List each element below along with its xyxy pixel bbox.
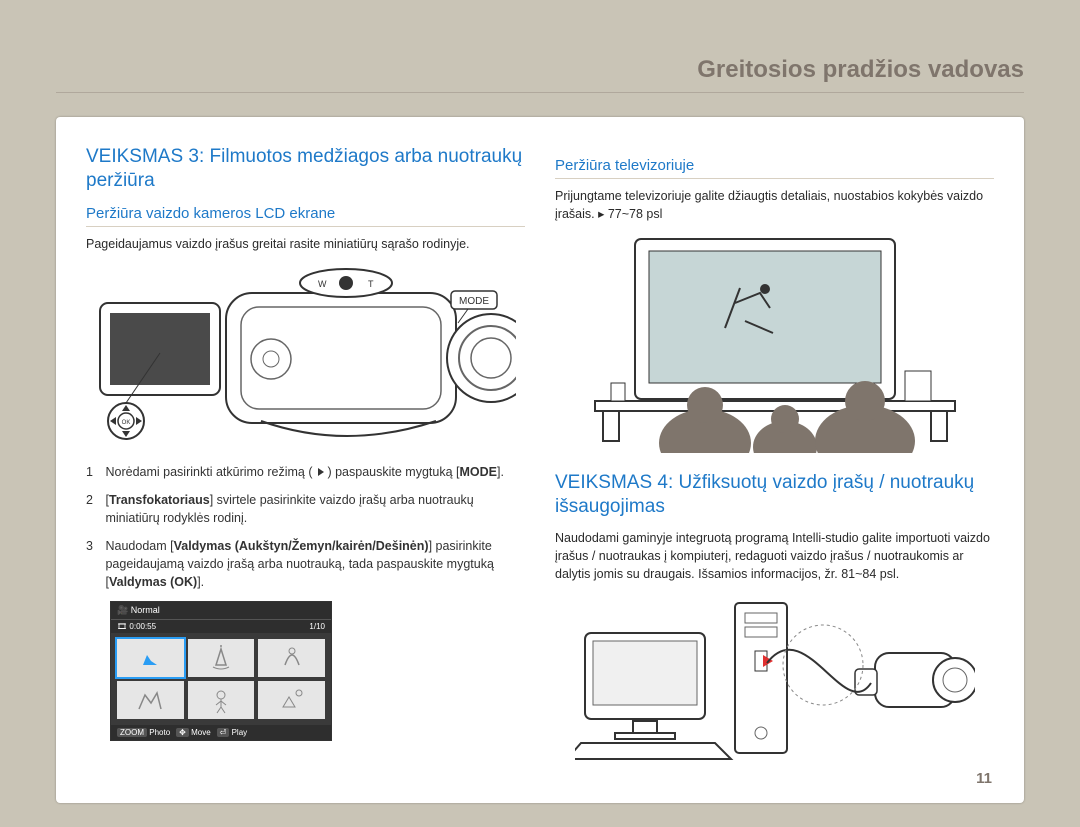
step-number-3: 3 bbox=[86, 537, 102, 555]
step4-heading: VEIKSMAS 4: Užfiksuotų vaizdo įrašų / nu… bbox=[555, 471, 994, 519]
thumb-time: 0:00:55 bbox=[129, 622, 156, 631]
thumb-3 bbox=[258, 639, 325, 677]
thumb-5 bbox=[188, 681, 255, 719]
play-chip: ⏎ bbox=[217, 728, 230, 737]
tv-svg bbox=[575, 233, 975, 453]
zoom-chip: ZOOM bbox=[117, 728, 147, 737]
camcorder-figure: OK W T bbox=[86, 263, 525, 453]
page-number: 11 bbox=[976, 770, 992, 787]
camcorder-svg: OK W T bbox=[96, 263, 516, 453]
thumb-4 bbox=[117, 681, 184, 719]
thumb-2 bbox=[188, 639, 255, 677]
play-label: Play bbox=[232, 728, 248, 737]
mode-button-label: MODE bbox=[459, 296, 489, 307]
thumb-count: 1/10 bbox=[309, 622, 325, 631]
text-bold: Valdymas (Aukštyn/Žemyn/kairėn/Dešinėn) bbox=[174, 539, 429, 553]
text-bold: Transfokatoriaus bbox=[109, 493, 210, 507]
instruction-3: 3 Naudodam [Valdymas (Aukštyn/Žemyn/kair… bbox=[86, 537, 525, 591]
pc-svg bbox=[575, 593, 975, 763]
thumb-6 bbox=[258, 681, 325, 719]
move-chip: ✥ bbox=[176, 728, 189, 737]
content-sheet: VEIKSMAS 3: Filmuotos medžiagos arba nuo… bbox=[56, 117, 1024, 803]
step3-heading: VEIKSMAS 3: Filmuotos medžiagos arba nuo… bbox=[86, 145, 525, 193]
text-bold: Valdymas (OK) bbox=[109, 575, 197, 589]
play-mode-icon bbox=[318, 468, 324, 476]
thumb-mode: Normal bbox=[131, 605, 160, 615]
text: ]. bbox=[197, 575, 204, 589]
zoom-w-label: W bbox=[318, 279, 327, 289]
film-icon: 🎞 0:00:55 bbox=[117, 622, 156, 631]
text: ]. bbox=[497, 465, 504, 479]
thumbnail-panel: 🎥 Normal 🎞 0:00:55 1/10 bbox=[110, 601, 332, 741]
page-title: Greitosios pradžios vadovas bbox=[56, 56, 1024, 93]
text: Naudodam [ bbox=[105, 539, 173, 553]
move-label: Move bbox=[191, 728, 211, 737]
text: ) paspauskite mygtuką [ bbox=[327, 465, 459, 479]
tv-figure bbox=[555, 233, 994, 453]
ok-label: OK bbox=[121, 420, 130, 426]
text-bold: MODE bbox=[459, 465, 497, 479]
tv-body-text: Prijungtame televizoriuje galite džiaugt… bbox=[555, 187, 994, 223]
instruction-1: 1 Norėdami pasirinkti atkūrimo režimą ( … bbox=[86, 463, 525, 481]
step-number-2: 2 bbox=[86, 491, 102, 509]
text: Norėdami pasirinkti atkūrimo režimą ( bbox=[105, 465, 312, 479]
zoom-label: Photo bbox=[149, 728, 170, 737]
right-column: Peržiūra televizoriuje Prijungtame telev… bbox=[555, 145, 994, 773]
thumb-1 bbox=[117, 639, 184, 677]
tv-subheading: Peržiūra televizoriuje bbox=[555, 157, 994, 179]
lcd-body-text: Pageidaujamus vaizdo įrašus greitai rasi… bbox=[86, 235, 525, 253]
step-number-1: 1 bbox=[86, 463, 102, 481]
pc-figure bbox=[555, 593, 994, 763]
instruction-2: 2 [Transfokatoriaus] svirtele pasirinkit… bbox=[86, 491, 525, 527]
zoom-t-label: T bbox=[368, 279, 374, 289]
left-column: VEIKSMAS 3: Filmuotos medžiagos arba nuo… bbox=[86, 145, 525, 773]
lcd-subheading: Peržiūra vaizdo kameros LCD ekrane bbox=[86, 205, 525, 227]
step4-body-text: Naudodami gaminyje integruotą programą I… bbox=[555, 529, 994, 583]
